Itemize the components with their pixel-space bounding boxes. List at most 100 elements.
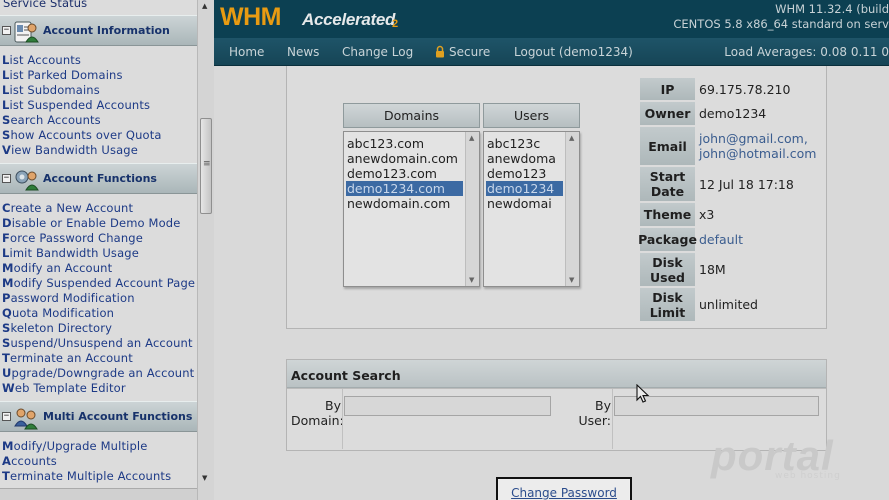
users-list-scrollbar[interactable]: ▲ ▼ <box>565 132 579 286</box>
user-option[interactable]: abc123c <box>486 136 540 151</box>
info-value-disk-limit: unlimited <box>699 297 758 312</box>
divider <box>287 388 826 389</box>
user-option[interactable]: anewdoma <box>486 151 556 166</box>
account-information-icon <box>14 21 39 43</box>
info-label-line: Date <box>650 184 685 199</box>
users-list-header: Users <box>483 103 580 128</box>
sidebar-link-service-status[interactable]: Service Status <box>3 0 87 10</box>
sidebar-section-multi-account-functions[interactable]: − Multi Account Functions <box>0 401 197 432</box>
lock-icon <box>436 45 444 58</box>
sidebar-link-web-template-editor[interactable]: Web Template Editor <box>2 381 126 395</box>
sidebar-link-view-bandwidth-usage[interactable]: View Bandwidth Usage <box>2 143 138 157</box>
scroll-up-icon[interactable]: ▲ <box>202 2 207 10</box>
by-domain-label-line: By <box>325 398 341 413</box>
info-value-package[interactable]: default <box>699 228 743 251</box>
by-domain-label-line: Domain: <box>291 413 344 428</box>
sidebar-link-password-modification[interactable]: Password Modification <box>2 291 135 305</box>
sidebar-section-account-functions[interactable]: − Account Functions <box>0 163 197 194</box>
sidebar-link-list-subdomains[interactable]: List Subdomains <box>2 83 100 97</box>
sidebar-link-force-password-change[interactable]: Force Password Change <box>2 231 143 245</box>
change-password-button[interactable]: Change Password <box>496 477 632 500</box>
logo-accelerated: Accelerated <box>302 10 396 29</box>
sidebar-link-show-accounts-over-quota[interactable]: Show Accounts over Quota <box>2 128 162 142</box>
sidebar-link-modify-account[interactable]: Modify an Account <box>2 261 112 275</box>
collapse-icon[interactable]: − <box>2 26 11 35</box>
sidebar-scrollbar-thumb[interactable]: ≡ <box>200 118 212 214</box>
watermark-subtext: web hosting <box>775 471 841 481</box>
info-value-email[interactable]: john@gmail.com, john@hotmail.com <box>699 127 816 165</box>
sidebar-section-title: Multi Account Functions <box>43 410 193 423</box>
sidebar-link-create-account[interactable]: Create a New Account <box>2 201 133 215</box>
sidebar-link-upgrade-downgrade[interactable]: Upgrade/Downgrade an Account <box>2 366 194 380</box>
info-label-line: Limit <box>649 304 686 320</box>
load-averages: Load Averages: 0.08 0.11 0 <box>724 45 889 59</box>
nav-news[interactable]: News <box>287 45 319 59</box>
info-value-theme: x3 <box>699 207 715 222</box>
mouse-cursor-icon <box>636 384 650 403</box>
sidebar-section-account-information[interactable]: − Account Information <box>0 15 197 46</box>
by-user-label-line: User: <box>578 413 611 428</box>
scroll-down-icon[interactable]: ▼ <box>469 276 474 284</box>
collapse-icon[interactable]: − <box>2 412 11 421</box>
domain-option[interactable]: abc123.com <box>346 136 424 151</box>
info-value-ip: 69.175.78.210 <box>699 81 791 97</box>
nav-home[interactable]: Home <box>229 45 264 59</box>
info-label-line: Used <box>649 269 686 285</box>
sidebar-link-skeleton-directory[interactable]: Skeleton Directory <box>2 321 112 335</box>
search-by-domain-input[interactable] <box>344 396 551 416</box>
sidebar-link-terminate-multiple[interactable]: Terminate Multiple Accounts <box>2 469 171 483</box>
domains-list-scrollbar[interactable]: ▲ ▼ <box>465 132 479 286</box>
nav-logout[interactable]: Logout (demo1234) <box>514 45 633 59</box>
info-label: Theme <box>640 203 695 226</box>
sidebar-link-quota-modification[interactable]: Quota Modification <box>2 306 114 320</box>
sidebar-section-title: Account Information <box>43 24 170 37</box>
change-password-label[interactable]: Change Password <box>498 486 630 500</box>
info-row-ip: IP 69.175.78.210 <box>640 78 830 100</box>
sidebar-link-list-suspended-accounts[interactable]: List Suspended Accounts <box>2 98 150 112</box>
divider <box>342 389 343 449</box>
sidebar-link-modify-upgrade-multiple[interactable]: Modify/Upgrade Multiple <box>2 439 147 453</box>
header: WHM Accelerated 2 WHM 11.32.4 (build CEN… <box>214 0 889 38</box>
info-label-line: Disk <box>652 254 683 270</box>
info-value-disk-used: 18M <box>699 262 726 277</box>
sidebar-horizontal-scrollbar[interactable] <box>0 488 197 500</box>
sidebar-link-suspend-unsuspend[interactable]: Suspend/Unsuspend an Account <box>2 336 193 350</box>
info-label: Package <box>638 228 697 251</box>
scroll-up-icon[interactable]: ▲ <box>469 134 474 142</box>
sidebar-link-limit-bandwidth[interactable]: Limit Bandwidth Usage <box>2 246 139 260</box>
domain-option[interactable]: newdomain.com <box>346 196 450 211</box>
sidebar-link-search-accounts[interactable]: Search Accounts <box>2 113 101 127</box>
info-label: Email <box>640 127 695 165</box>
sidebar-link-modify-suspended-page[interactable]: Modify Suspended Account Page <box>2 276 195 290</box>
scroll-up-icon[interactable]: ▲ <box>569 134 574 142</box>
domains-listbox[interactable]: abc123.com anewdomain.com demo123.com de… <box>343 131 480 287</box>
user-option[interactable]: demo123 <box>486 166 546 181</box>
portal-watermark: portal web hosting <box>711 432 861 484</box>
email-link[interactable]: john@hotmail.com <box>699 146 816 161</box>
sidebar-link-list-parked-domains[interactable]: List Parked Domains <box>2 68 123 82</box>
top-nav: Home News Change Log Secure Logout (demo… <box>214 38 889 66</box>
users-listbox[interactable]: abc123c anewdoma demo123 demo1234 newdom… <box>483 131 580 287</box>
domain-option[interactable]: demo123.com <box>346 166 437 181</box>
email-link[interactable]: john@gmail.com, <box>699 131 808 146</box>
account-overview-panel: Domains abc123.com anewdomain.com demo12… <box>286 66 827 329</box>
user-option[interactable]: newdomai <box>486 196 552 211</box>
scroll-down-icon[interactable]: ▼ <box>202 474 207 482</box>
scroll-down-icon[interactable]: ▼ <box>569 276 574 284</box>
nav-change-log[interactable]: Change Log <box>342 45 413 59</box>
logo-two: 2 <box>392 18 399 30</box>
domain-option[interactable]: anewdomain.com <box>346 151 458 166</box>
info-label: Owner <box>640 102 695 125</box>
sidebar-link-list-accounts[interactable]: List Accounts <box>2 53 81 67</box>
sidebar-link-terminate-account[interactable]: Terminate an Account <box>2 351 133 365</box>
sidebar-scrollbar[interactable]: ▲ ≡ ▼ <box>197 0 214 500</box>
logo-whm: WHM <box>220 3 281 31</box>
nav-secure[interactable]: Secure <box>449 45 490 59</box>
sidebar-link-modify-upgrade-multiple-cont[interactable]: Accounts <box>2 454 57 468</box>
domain-option-selected[interactable]: demo1234.com <box>346 181 463 196</box>
user-option-selected[interactable]: demo1234 <box>486 181 563 196</box>
sidebar-link-demo-mode[interactable]: Disable or Enable Demo Mode <box>2 216 180 230</box>
grip-icon: ≡ <box>203 159 211 169</box>
collapse-icon[interactable]: − <box>2 174 11 183</box>
by-user-label: By User: <box>563 398 611 428</box>
